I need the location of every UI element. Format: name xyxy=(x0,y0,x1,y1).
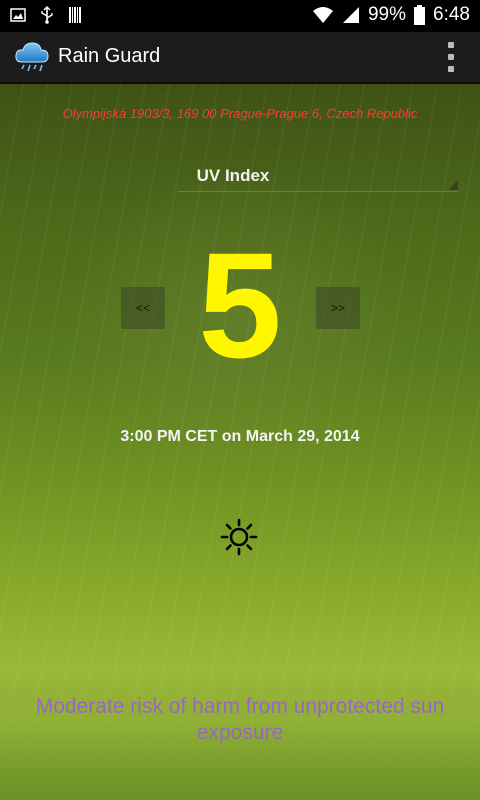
status-notifications xyxy=(10,6,82,24)
status-bar: 99% 6:48 xyxy=(0,0,480,32)
clock: 6:48 xyxy=(433,4,470,25)
spinner-dropdown-icon xyxy=(448,180,458,190)
battery-percent: 99% xyxy=(367,4,407,25)
barcode-icon xyxy=(69,7,81,23)
cloud-rain-icon[interactable] xyxy=(14,40,50,74)
action-bar: Rain Guard xyxy=(0,32,480,84)
status-system: 99% 6:48 xyxy=(312,4,470,26)
forecast-timestamp: 3:00 PM CET on March 29, 2014 xyxy=(120,428,360,445)
image-icon xyxy=(10,8,26,22)
overflow-menu-icon[interactable] xyxy=(444,42,458,72)
uv-index-value: 5 xyxy=(198,221,282,389)
app-title: Rain Guard xyxy=(58,45,161,67)
metric-spinner-value: UV Index xyxy=(196,166,270,185)
next-button[interactable]: >> xyxy=(316,287,360,329)
signal-icon xyxy=(342,7,359,23)
spinner-underline xyxy=(178,191,458,192)
wifi-icon xyxy=(312,7,333,23)
usb-icon xyxy=(41,6,53,24)
sun-icon xyxy=(220,518,258,556)
risk-description: Moderate risk of harm from unprotected s… xyxy=(35,695,445,744)
metric-spinner[interactable]: UV Index xyxy=(178,166,458,192)
previous-button[interactable]: << xyxy=(121,287,165,329)
location-address[interactable]: Olympijská 1903/3, 169 00 Prague-Prague … xyxy=(0,106,480,121)
battery-icon xyxy=(414,5,426,25)
main-content: Olympijská 1903/3, 169 00 Prague-Prague … xyxy=(0,84,480,800)
